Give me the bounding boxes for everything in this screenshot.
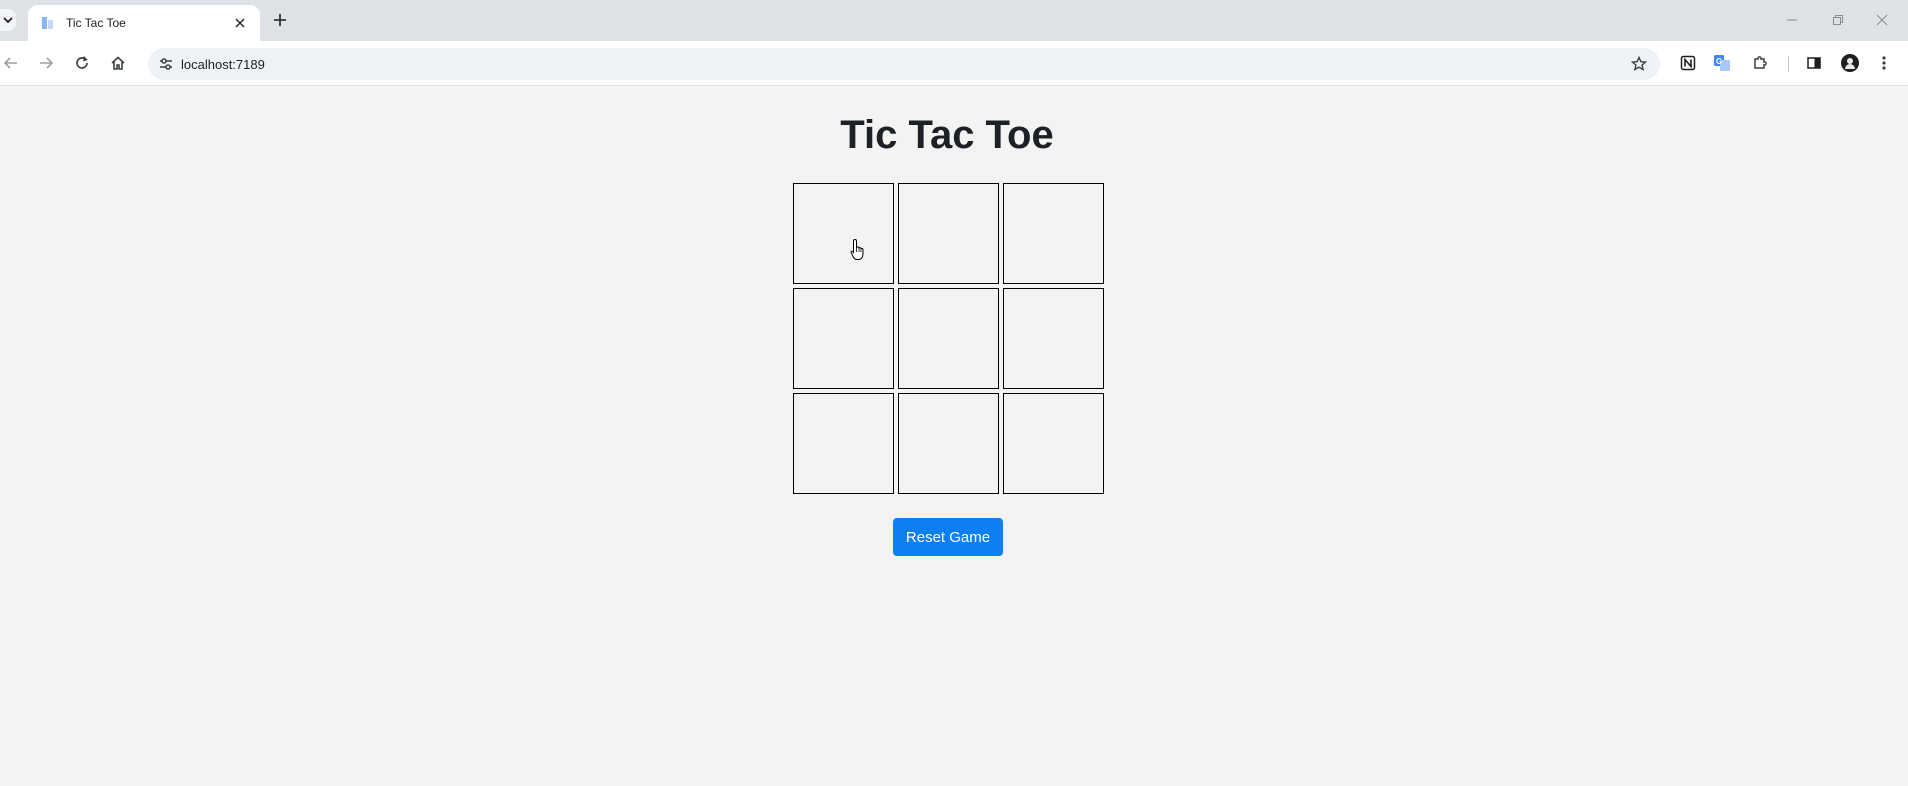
tab-title: Tic Tac Toe — [66, 16, 126, 30]
board-cell[interactable] — [1003, 183, 1104, 284]
address-bar[interactable]: localhost:7189 — [148, 48, 1660, 80]
star-icon[interactable] — [1630, 55, 1648, 73]
page-title: Tic Tac Toe — [840, 113, 1054, 157]
reload-icon — [76, 56, 88, 69]
back-button[interactable] — [0, 52, 22, 74]
close-icon — [1876, 14, 1888, 26]
window-close-button[interactable] — [1868, 8, 1896, 32]
url-text[interactable]: localhost:7189 — [181, 57, 265, 72]
puzzle-icon[interactable] — [1750, 53, 1770, 73]
board-cell[interactable] — [793, 288, 894, 389]
board-cell[interactable] — [793, 393, 894, 494]
forward-arrow-icon — [40, 57, 54, 69]
restore-button[interactable] — [1824, 8, 1852, 32]
page-content: Tic Tac Toe Reset Game — [0, 87, 1908, 786]
back-arrow-icon — [3, 57, 17, 69]
reload-button[interactable] — [71, 52, 93, 74]
svg-text:G: G — [1716, 57, 1722, 66]
board-cell[interactable] — [1003, 393, 1104, 494]
browser-toolbar: localhost:7189 G — [0, 41, 1908, 86]
restore-icon — [1833, 15, 1843, 25]
chevron-down-icon — [3, 17, 13, 24]
home-icon — [111, 56, 125, 70]
notion-icon[interactable] — [1678, 53, 1698, 73]
minimize-icon — [1787, 19, 1797, 21]
new-tab-button[interactable] — [270, 10, 290, 30]
tune-icon[interactable] — [158, 56, 174, 72]
tab-strip: Tic Tac Toe — [0, 0, 1908, 41]
close-icon[interactable] — [232, 15, 248, 31]
board-cell[interactable] — [1003, 288, 1104, 389]
game-board — [793, 183, 1104, 494]
board-cell[interactable] — [898, 183, 999, 284]
toolbar-separator — [1788, 56, 1789, 72]
active-tab[interactable]: Tic Tac Toe — [28, 5, 260, 41]
translate-icon[interactable]: G — [1712, 53, 1732, 73]
minimize-button[interactable] — [1778, 8, 1806, 32]
avatar[interactable] — [1840, 53, 1860, 73]
board-cell[interactable] — [898, 393, 999, 494]
home-button[interactable] — [107, 52, 129, 74]
tab-search-button[interactable] — [0, 9, 16, 31]
forward-button[interactable] — [35, 52, 57, 74]
board-cell[interactable] — [793, 183, 894, 284]
board-cell[interactable] — [898, 288, 999, 389]
favicon-icon — [40, 15, 56, 31]
plus-icon — [274, 14, 286, 26]
reset-game-button[interactable]: Reset Game — [893, 518, 1003, 556]
side-panel-icon[interactable] — [1804, 53, 1824, 73]
kebab-menu-icon[interactable] — [1874, 53, 1894, 73]
